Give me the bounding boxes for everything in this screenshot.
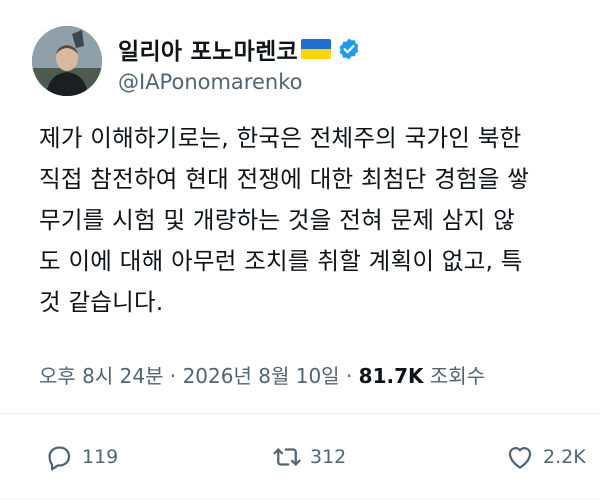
- tweet-line: 것 같습니다.: [39, 288, 164, 316]
- repost-count: 312: [310, 446, 347, 468]
- post-time[interactable]: 오후 8시 24분: [39, 364, 164, 388]
- divider: [0, 413, 600, 414]
- tweet-line: 제가 이해하기로는, 한국은 전체주의 국가인 북한: [39, 124, 522, 152]
- reply-button[interactable]: 119: [44, 442, 118, 472]
- like-button[interactable]: 2.2K: [505, 442, 586, 472]
- views-count: 81.7K: [358, 364, 424, 388]
- verified-badge-icon: [339, 38, 359, 60]
- meta-separator: ·: [169, 364, 177, 388]
- tweet-line: 직접 참전하여 현대 전쟁에 대한 최첨단 경험을 쌓: [39, 165, 530, 193]
- repost-icon: [273, 448, 301, 466]
- tweet-header: 일리아 포노마렌코 @IAPonomarenko: [32, 26, 592, 98]
- reply-icon: [48, 446, 71, 471]
- ukraine-flag-icon: [301, 39, 331, 59]
- meta-separator: ·: [345, 364, 353, 388]
- like-count: 2.2K: [543, 446, 586, 468]
- avatar[interactable]: [32, 26, 102, 96]
- tweet-body: 제가 이해하기로는, 한국은 전체주의 국가인 북한 직접 참전하여 현대 전쟁…: [39, 118, 600, 323]
- tweet-meta: 오후 8시 24분 · 2026년 8월 10일 · 81.7K 조회수: [39, 360, 485, 389]
- user-handle[interactable]: @IAPonomarenko: [118, 70, 302, 94]
- reply-count: 119: [82, 446, 119, 468]
- post-date[interactable]: 2026년 8월 10일: [183, 364, 340, 388]
- name-row: 일리아 포노마렌코: [118, 32, 361, 66]
- views-label: 조회수: [429, 364, 486, 388]
- display-name[interactable]: 일리아 포노마렌코: [118, 32, 298, 66]
- action-bar: 119 312 2.2K: [0, 442, 600, 486]
- heart-icon: [508, 447, 532, 469]
- repost-button[interactable]: 312: [272, 442, 346, 472]
- tweet-line: 도 이에 대해 아무런 조치를 취할 계획이 없고, 특: [39, 247, 523, 275]
- tweet-line: 무기를 시험 및 개량하는 것을 전혀 문제 삼지 않: [39, 206, 515, 234]
